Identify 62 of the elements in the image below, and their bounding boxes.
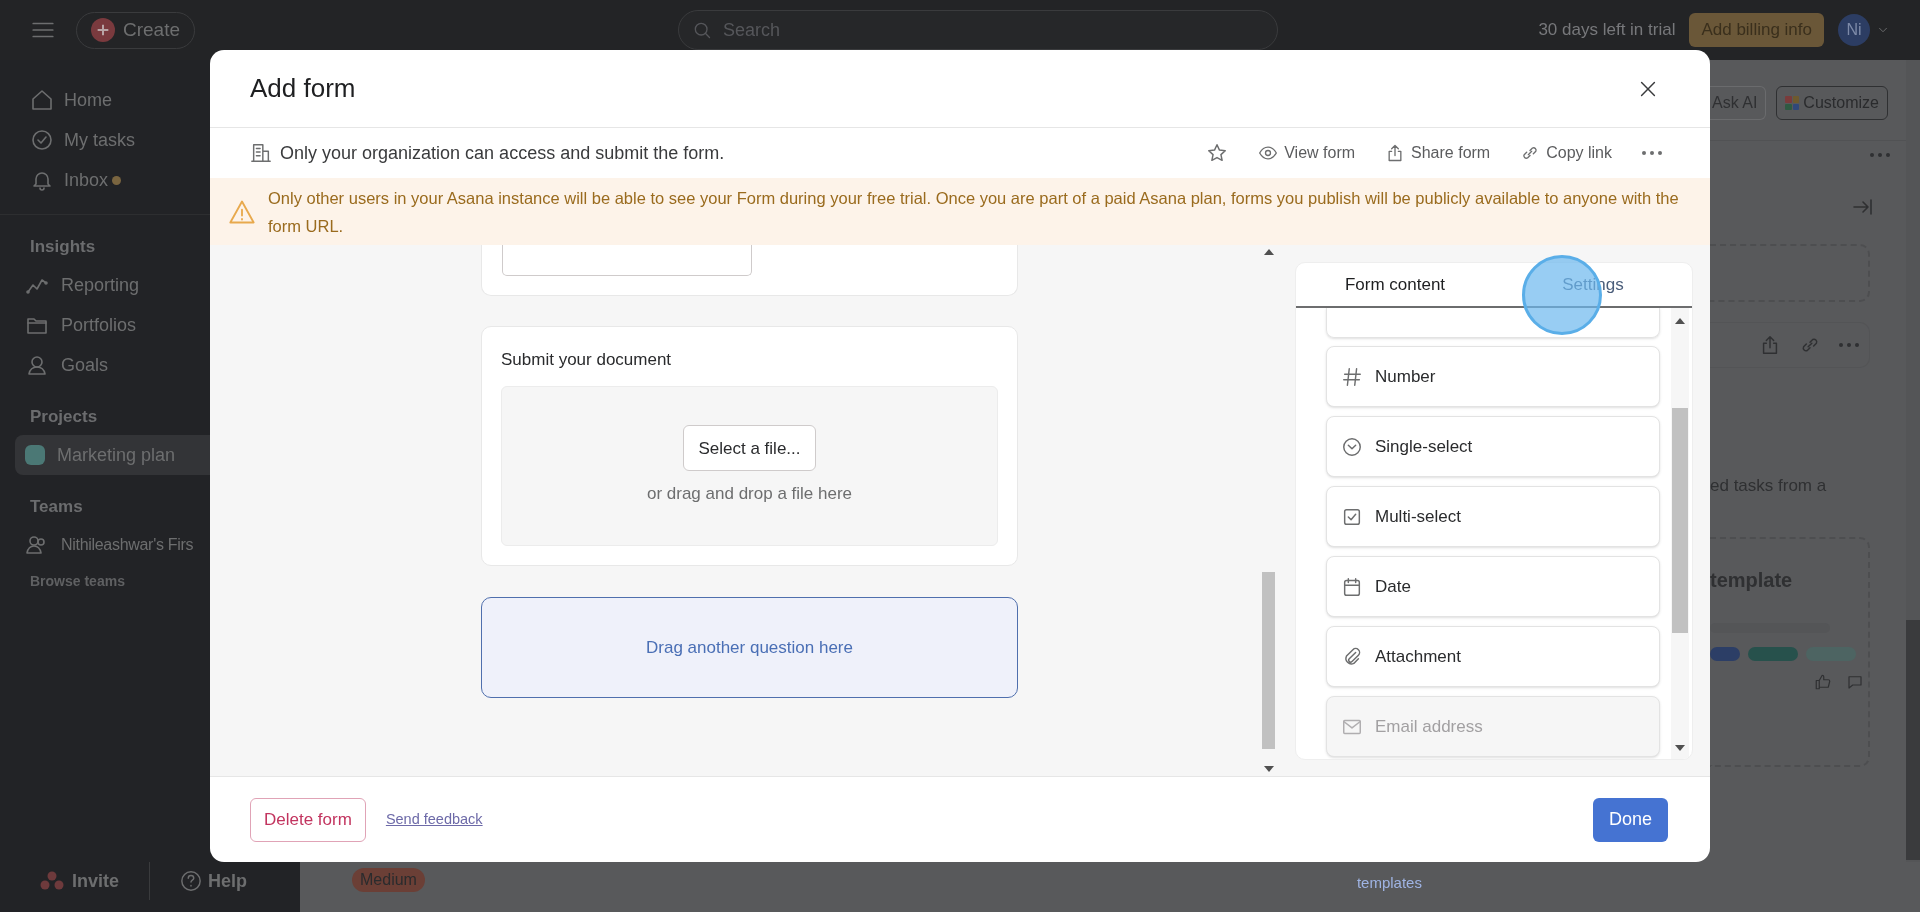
nav-item[interactable]: My tasks (64, 126, 135, 154)
help-icon (180, 870, 202, 892)
calendar-icon (1341, 575, 1363, 598)
send-feedback-link[interactable]: Send feedback (385, 808, 483, 831)
user-avatar[interactable]: Ni (1838, 14, 1870, 46)
field-type-item[interactable]: Multi-select (1326, 486, 1660, 547)
field-type-item[interactable]: Attachment (1326, 626, 1660, 687)
access-note: Only your organization can access and submit the form. (280, 141, 725, 165)
nav-item[interactable]: Portfolios (61, 311, 137, 339)
templates-link[interactable]: templates (1356, 872, 1422, 895)
search-icon (692, 20, 713, 40)
select-file-button[interactable]: Select a file... (683, 425, 816, 472)
nav-item[interactable]: Goals (61, 351, 109, 379)
done-button[interactable]: Done (1592, 797, 1668, 842)
scrollbar[interactable] (1906, 60, 1920, 862)
home-icon (30, 88, 54, 112)
more-button[interactable] (1642, 151, 1662, 155)
nav-item[interactable]: Reporting (61, 271, 140, 299)
field-type-item[interactable]: Date (1326, 556, 1660, 617)
priority-tag: Medium (352, 868, 425, 892)
team-item[interactable]: Nithileashwar's Firs (61, 533, 194, 557)
scrollbar[interactable] (1671, 308, 1689, 759)
field-type-item: Email address (1326, 696, 1660, 757)
nav-item[interactable]: Inbox (64, 166, 109, 194)
favorite-button[interactable] (1206, 142, 1229, 164)
chevron-circle-icon (1341, 435, 1363, 458)
invite-button[interactable]: Invite (40, 867, 119, 895)
drop-target[interactable]: Drag another question here (481, 597, 1018, 698)
section-heading: Insights (29, 236, 97, 259)
trial-notice: 30 days left in trial (1538, 19, 1676, 42)
star-icon (1206, 142, 1229, 164)
browse-teams-link[interactable]: Browse teams (20, 565, 135, 592)
warning-message: Only other users in your Asana instance will be able to see your Form during your free trial. Once you are part of a paid Asana plan, forms you publish will be publicly available to anyone with the form URL. (268, 187, 1680, 237)
grid-icon (1785, 96, 1800, 110)
question-label: Submit your document (501, 349, 673, 371)
section-heading: Projects (29, 406, 99, 429)
person-icon (25, 353, 49, 377)
placeholder-pill (1710, 646, 1740, 661)
tab[interactable]: Form content (1296, 263, 1494, 306)
more-icon (1642, 151, 1662, 155)
plus-icon (91, 18, 115, 42)
section-heading: Teams (29, 496, 84, 519)
nav-item[interactable]: Home (64, 86, 112, 114)
field-type-item[interactable]: Single-select (1326, 416, 1660, 477)
dots-logo-icon (40, 871, 64, 891)
more-icon[interactable] (1839, 343, 1859, 347)
more-icon[interactable] (1870, 153, 1890, 157)
placeholder-pill (1748, 646, 1798, 661)
help-button[interactable]: Help (180, 867, 248, 895)
field-type-item[interactable]: Number (1326, 346, 1660, 407)
dialog-title: Add form (250, 72, 356, 105)
file-drop-zone[interactable]: Select a file... or drag and drop a file here (501, 386, 998, 546)
toolbar-button[interactable]: View form (1258, 141, 1356, 165)
delete-form-button[interactable]: Delete form (250, 797, 366, 842)
building-icon (250, 142, 272, 164)
toolbar-button[interactable]: Copy link (1520, 141, 1612, 165)
input-field[interactable] (502, 245, 752, 276)
hash-icon (1341, 365, 1363, 388)
drop-hint: or drag and drop a file here (646, 483, 853, 506)
thumbs-up-icon[interactable] (1814, 672, 1832, 691)
toolbar-button[interactable]: Share form (1385, 141, 1491, 165)
check-circle-icon (30, 128, 54, 152)
